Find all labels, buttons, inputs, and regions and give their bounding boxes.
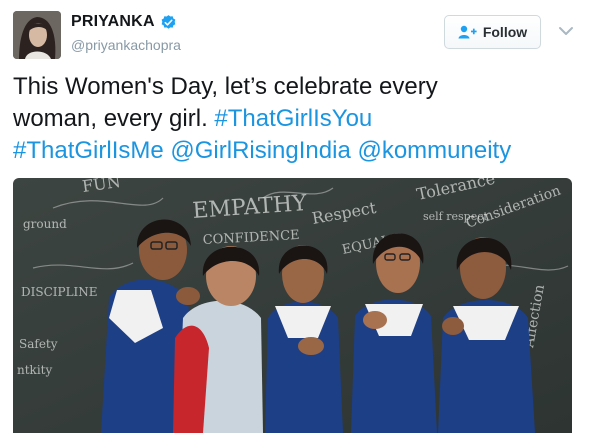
tweet-text-line2: woman, every girl. [13,105,215,132]
user-name-line[interactable]: PRIYANKA [71,13,177,31]
follow-label: Follow [482,24,528,40]
hashtag-that-girl-is-me[interactable]: #ThatGirlIsMe [13,137,164,164]
svg-text:ground: ground [23,217,67,231]
hashtag-that-girl-is-you[interactable]: #ThatGirlIsYou [214,105,372,132]
tweet-text-line1: This Women's Day, let’s celebrate every [13,73,438,100]
svg-text:Safety: Safety [19,337,58,351]
display-name[interactable]: PRIYANKA [71,13,155,31]
svg-text:self respect: self respect [423,210,488,223]
svg-text:DISCIPLINE: DISCIPLINE [21,285,98,299]
students-group [101,219,535,433]
tweet-text: This Women's Day, let’s celebrate every … [13,71,593,167]
chevron-down-icon[interactable] [558,24,574,36]
avatar-photo [13,11,61,59]
tweet-media-video[interactable]: FUN EMPATHY Respect Tolerance Considerat… [13,178,572,433]
follow-button[interactable]: Follow [444,15,541,49]
video-frame-illustration: FUN EMPATHY Respect Tolerance Considerat… [13,178,572,433]
avatar[interactable] [13,11,61,59]
verified-badge-icon [160,14,177,31]
svg-text:ntkity: ntkity [17,363,52,377]
user-handle[interactable]: @priyankachopra [71,37,181,53]
add-user-icon [458,25,477,39]
mention-kommuneity[interactable]: @kommuneity [357,137,511,164]
mention-girl-rising-india[interactable]: @GirlRisingIndia [170,137,350,164]
